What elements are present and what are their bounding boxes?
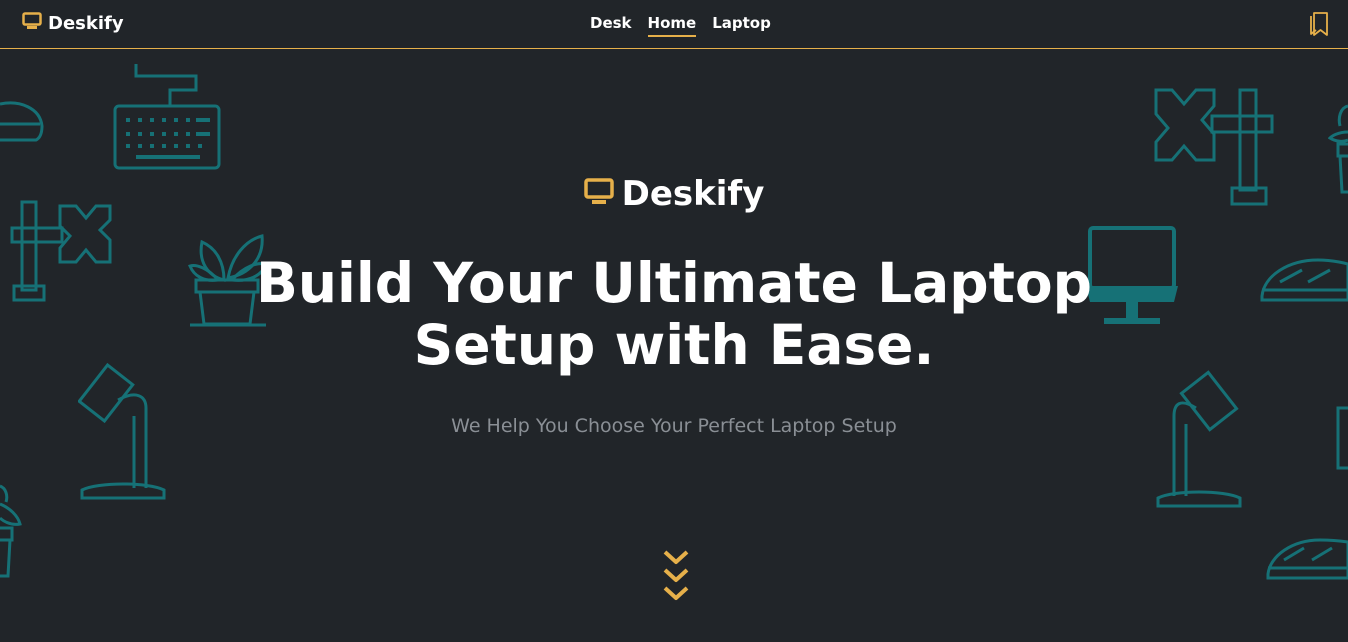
- mouse-icon: [1266, 538, 1348, 580]
- hero-headline: Build Your Ultimate Laptop Setup with Ea…: [0, 252, 1348, 376]
- brand-link[interactable]: Deskify: [22, 12, 124, 34]
- brand-name: Deskify: [48, 12, 124, 34]
- mouse-icon: [0, 101, 44, 142]
- chevrons-down-icon[interactable]: [662, 548, 690, 610]
- bookmark-icon[interactable]: [1309, 11, 1329, 41]
- nav-link-home[interactable]: Home: [647, 14, 697, 37]
- hero-brand: Deskify: [0, 174, 1348, 214]
- monitor-icon: [583, 178, 614, 210]
- hero-headline-line1: Build Your Ultimate Laptop: [255, 251, 1093, 315]
- hero-subheadline: We Help You Choose Your Perfect Laptop S…: [451, 415, 897, 437]
- plant-icon: [0, 484, 22, 578]
- hero-headline-line2: Setup with Ease.: [413, 313, 935, 377]
- hero-brand-name: Deskify: [621, 174, 765, 214]
- monitor-icon: [22, 12, 42, 34]
- main-nav: Desk Home Laptop: [590, 14, 771, 37]
- top-navbar: Deskify Desk Home Laptop: [0, 0, 1348, 49]
- desk-lamp-icon: [1156, 370, 1242, 508]
- keyboard-icon: [113, 64, 221, 170]
- nav-link-desk[interactable]: Desk: [590, 14, 632, 37]
- nav-link-laptop[interactable]: Laptop: [712, 14, 771, 37]
